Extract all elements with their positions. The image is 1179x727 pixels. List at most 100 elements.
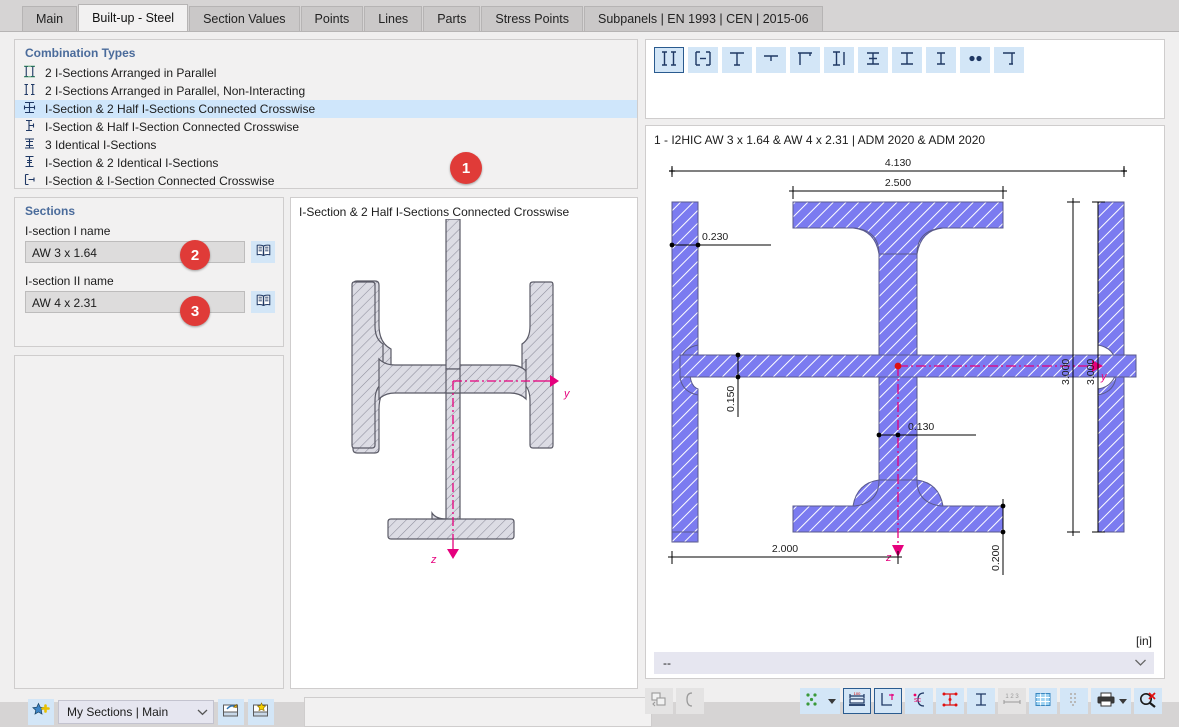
section-type-button-2[interactable] bbox=[722, 47, 752, 73]
section-type-button-3[interactable] bbox=[756, 47, 786, 73]
empty-properties-panel bbox=[14, 355, 284, 689]
section-type-button-1[interactable] bbox=[688, 47, 718, 73]
new-favourite-icon-button[interactable] bbox=[28, 699, 54, 725]
drawing-toolbar-button-6[interactable] bbox=[936, 688, 964, 714]
callout-badge-3: 3 bbox=[180, 296, 210, 326]
snap-icon bbox=[1065, 691, 1083, 711]
i-section-1-input[interactable]: AW 3 x 1.64 bbox=[25, 241, 245, 263]
cross-section-drawing[interactable]: y z 4.130 2.500 0.230 0.150 0.130 0.200 … bbox=[646, 147, 1162, 617]
right-column: 1 - I2HIC AW 3 x 1.64 & AW 4 x 2.31 | AD… bbox=[645, 39, 1165, 720]
drawing-panel: 1 - I2HIC AW 3 x 1.64 & AW 4 x 2.31 | AD… bbox=[645, 125, 1165, 679]
drawing-toolbar-button-2[interactable] bbox=[800, 688, 840, 714]
drawing-toolbar-button-9[interactable] bbox=[1029, 688, 1057, 714]
combination-type-item-0[interactable]: 2 I-Sections Arranged in Parallel bbox=[15, 64, 637, 82]
section-type-button-4[interactable] bbox=[790, 47, 820, 73]
drawing-axis-z-label: z bbox=[885, 552, 892, 564]
import-section-icon-button[interactable] bbox=[218, 699, 244, 725]
combination-types-title: Combination Types bbox=[25, 46, 136, 60]
dimension-mid-flange-thickness: 0.150 bbox=[725, 386, 737, 412]
drawing-toolbar-button-11[interactable] bbox=[1091, 688, 1131, 714]
two-i-parallel-icon bbox=[23, 65, 39, 81]
tab-section-values[interactable]: Section Values bbox=[189, 6, 300, 32]
numbering-icon: 1 2 3 bbox=[1001, 691, 1023, 711]
combination-type-label: 2 I-Sections Arranged in Parallel, Non-I… bbox=[45, 84, 306, 98]
drawing-toolbar-button-7[interactable] bbox=[967, 688, 995, 714]
combination-type-item-1[interactable]: 2 I-Sections Arranged in Parallel, Non-I… bbox=[15, 82, 637, 100]
combination-type-label: I-Section & 2 Half I-Sections Connected … bbox=[45, 102, 316, 116]
tab-parts[interactable]: Parts bbox=[423, 6, 481, 32]
book-icon-button-1[interactable] bbox=[251, 241, 275, 263]
preview-panel: I-Section & 2 Half I-Sections Connected … bbox=[290, 197, 638, 689]
svg-text:1 2 3: 1 2 3 bbox=[1005, 694, 1019, 700]
combination-type-item-3[interactable]: I-Section & Half I-Section Connected Cro… bbox=[15, 118, 637, 136]
drawing-toolbar-button-3[interactable]: 100 bbox=[843, 688, 871, 714]
dimension-outer-web-thickness: 0.230 bbox=[702, 231, 728, 243]
section-type-button-6[interactable] bbox=[858, 47, 888, 73]
sections-title: Sections bbox=[25, 204, 76, 218]
two-dots-icon bbox=[965, 50, 985, 70]
unit-label: [in] bbox=[1135, 634, 1152, 648]
section-outline-icon bbox=[681, 691, 699, 711]
dimension-lines-icon: 100 bbox=[847, 691, 867, 711]
dimension-inner-flange-width: 2.500 bbox=[885, 177, 911, 189]
book-icon bbox=[256, 244, 271, 260]
two-i-parallel-noninteracting-icon bbox=[693, 50, 713, 70]
transfer-icon bbox=[650, 691, 668, 711]
points-grid-icon bbox=[805, 691, 825, 711]
new-section-icon-button[interactable] bbox=[248, 699, 274, 725]
combination-type-label: I-Section & 2 Identical I-Sections bbox=[45, 156, 219, 170]
library-select[interactable]: My Sections | Main bbox=[58, 700, 214, 724]
section-type-button-8[interactable] bbox=[926, 47, 956, 73]
tab-lines[interactable]: Lines bbox=[364, 6, 423, 32]
svg-text:100: 100 bbox=[854, 691, 861, 696]
t-section-icon bbox=[727, 50, 747, 70]
i-and-half-i-crosswise-icon bbox=[23, 119, 39, 135]
i-and-i-crosswise-icon bbox=[23, 173, 39, 189]
section-type-button-9[interactable] bbox=[960, 47, 990, 73]
tab-points[interactable]: Points bbox=[300, 6, 364, 32]
i-section-2-label: I-section II name bbox=[25, 274, 114, 288]
book-icon bbox=[256, 294, 271, 310]
section-type-toolbar[interactable] bbox=[645, 39, 1165, 119]
callout-badge-2: 2 bbox=[180, 240, 210, 270]
section-type-button-10[interactable] bbox=[994, 47, 1024, 73]
dimension-inner-height: 3.000 bbox=[1060, 359, 1072, 385]
combination-type-item-6[interactable]: I-Section & I-Section Connected Crosswis… bbox=[15, 172, 637, 190]
i-section-2-input[interactable]: AW 4 x 2.31 bbox=[25, 291, 245, 313]
selection-value: -- bbox=[663, 656, 671, 670]
tab-stress-points[interactable]: Stress Points bbox=[481, 6, 584, 32]
drawing-title: 1 - I2HIC AW 3 x 1.64 & AW 4 x 2.31 | AD… bbox=[654, 133, 986, 147]
drawing-toolbar-button-0 bbox=[645, 688, 673, 714]
section-type-button-0[interactable] bbox=[654, 47, 684, 73]
tab-built-up-steel[interactable]: Built-up - Steel bbox=[78, 4, 189, 32]
drawing-toolbar-button-12[interactable] bbox=[1134, 688, 1162, 714]
two-i-parallel-noninteracting-icon bbox=[23, 83, 39, 99]
section-parts-icon bbox=[971, 691, 991, 711]
combination-types-list[interactable]: 2 I-Sections Arranged in Parallel 2 I-Sec… bbox=[15, 64, 637, 190]
drawing-toolbar-button-8: 1 2 3 bbox=[998, 688, 1026, 714]
combination-type-item-2[interactable]: I-Section & 2 Half I-Sections Connected … bbox=[15, 100, 637, 118]
import-section-icon bbox=[222, 702, 240, 722]
selection-select[interactable]: -- bbox=[654, 652, 1154, 674]
drawing-toolbar-button-4[interactable] bbox=[874, 688, 902, 714]
tab-subpanels-en-1993-cen-2015-06[interactable]: Subpanels | EN 1993 | CEN | 2015-06 bbox=[584, 6, 823, 32]
tab-bar: Main Built-up - Steel Section Values Points… bbox=[0, 0, 1179, 32]
drawing-toolbar-button-10[interactable] bbox=[1060, 688, 1088, 714]
section-type-button-7[interactable] bbox=[892, 47, 922, 73]
axis-system-icon bbox=[878, 691, 898, 711]
combination-type-item-4[interactable]: 3 Identical I-Sections bbox=[15, 136, 637, 154]
i-narrow-icon bbox=[931, 50, 951, 70]
dimension-overall-width: 4.130 bbox=[885, 157, 911, 169]
combination-type-item-5[interactable]: I-Section & 2 Identical I-Sections bbox=[15, 154, 637, 172]
grid-icon bbox=[1034, 691, 1052, 711]
dimension-inner-web-thickness: 0.130 bbox=[908, 421, 934, 433]
combination-type-label: 2 I-Sections Arranged in Parallel bbox=[45, 66, 217, 80]
preview-axis-y-label: y bbox=[563, 388, 571, 400]
tab-main[interactable]: Main bbox=[22, 6, 78, 32]
print-icon bbox=[1096, 691, 1116, 711]
drawing-toolbar[interactable]: 100 sc 1 2 3 bbox=[645, 685, 1165, 717]
book-icon-button-2[interactable] bbox=[251, 291, 275, 313]
t-top-icon bbox=[795, 50, 815, 70]
drawing-toolbar-button-5[interactable]: sc bbox=[905, 688, 933, 714]
section-type-button-5[interactable] bbox=[824, 47, 854, 73]
